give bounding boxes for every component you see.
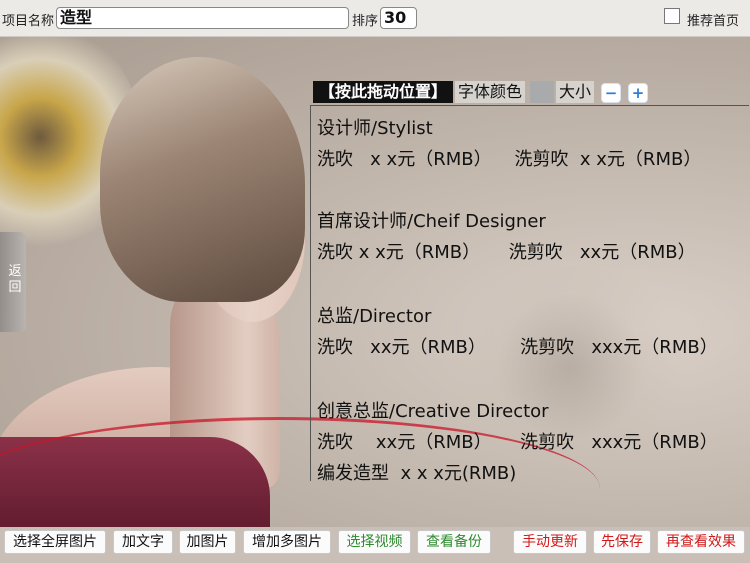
project-name-label: 项目名称 xyxy=(2,14,55,29)
price-line: 洗吹 x x元（RMB） 洗剪吹 xx元（RMB） xyxy=(317,242,696,263)
price-line: 设计师/Stylist xyxy=(317,118,433,139)
view-backup-button[interactable]: 查看备份 xyxy=(417,530,491,554)
project-name-input[interactable]: 造型 xyxy=(56,7,349,29)
price-line: 创意总监/Creative Director xyxy=(317,401,549,422)
save-first-button[interactable]: 先保存 xyxy=(593,530,651,554)
select-video-button[interactable]: 选择视频 xyxy=(338,530,411,554)
select-fullscreen-image-button[interactable]: 选择全屏图片 xyxy=(4,530,106,554)
price-line: 洗吹 xx元（RMB） 洗剪吹 xxx元（RMB） xyxy=(317,432,718,453)
price-line: 编发造型 x x x元(RMB) xyxy=(317,463,517,484)
size-decrease-button[interactable]: − xyxy=(601,83,621,103)
sort-input[interactable]: 30 xyxy=(380,7,417,29)
price-line: 首席设计师/Cheif Designer xyxy=(317,211,546,232)
price-line: 洗吹 xx元（RMB） 洗剪吹 xxx元（RMB） xyxy=(317,337,718,358)
price-line: 洗吹 x x元（RMB） 洗剪吹 x x元（RMB） xyxy=(317,149,702,170)
recommend-checkbox[interactable] xyxy=(664,8,680,24)
add-multiple-images-button[interactable]: 增加多图片 xyxy=(243,530,331,554)
recommend-label: 推荐首页 xyxy=(687,14,740,29)
top-bar: 项目名称 造型 排序 30 推荐首页 xyxy=(0,0,750,37)
sort-label: 排序 xyxy=(352,14,379,29)
font-color-button[interactable]: 字体颜色 xyxy=(455,81,526,103)
drag-handle[interactable]: 【按此拖动位置】 xyxy=(313,81,454,103)
price-line: 总监/Director xyxy=(317,306,432,327)
size-increase-button[interactable]: + xyxy=(628,83,648,103)
back-button-label: 返回 xyxy=(8,264,22,295)
size-label: 大小 xyxy=(556,81,595,103)
manual-update-button[interactable]: 手动更新 xyxy=(513,530,587,554)
model-hair xyxy=(100,57,305,302)
add-image-button[interactable]: 加图片 xyxy=(179,530,236,554)
preview-effect-button[interactable]: 再查看效果 xyxy=(657,530,745,554)
color-swatch[interactable] xyxy=(530,81,554,103)
add-text-button[interactable]: 加文字 xyxy=(113,530,173,554)
